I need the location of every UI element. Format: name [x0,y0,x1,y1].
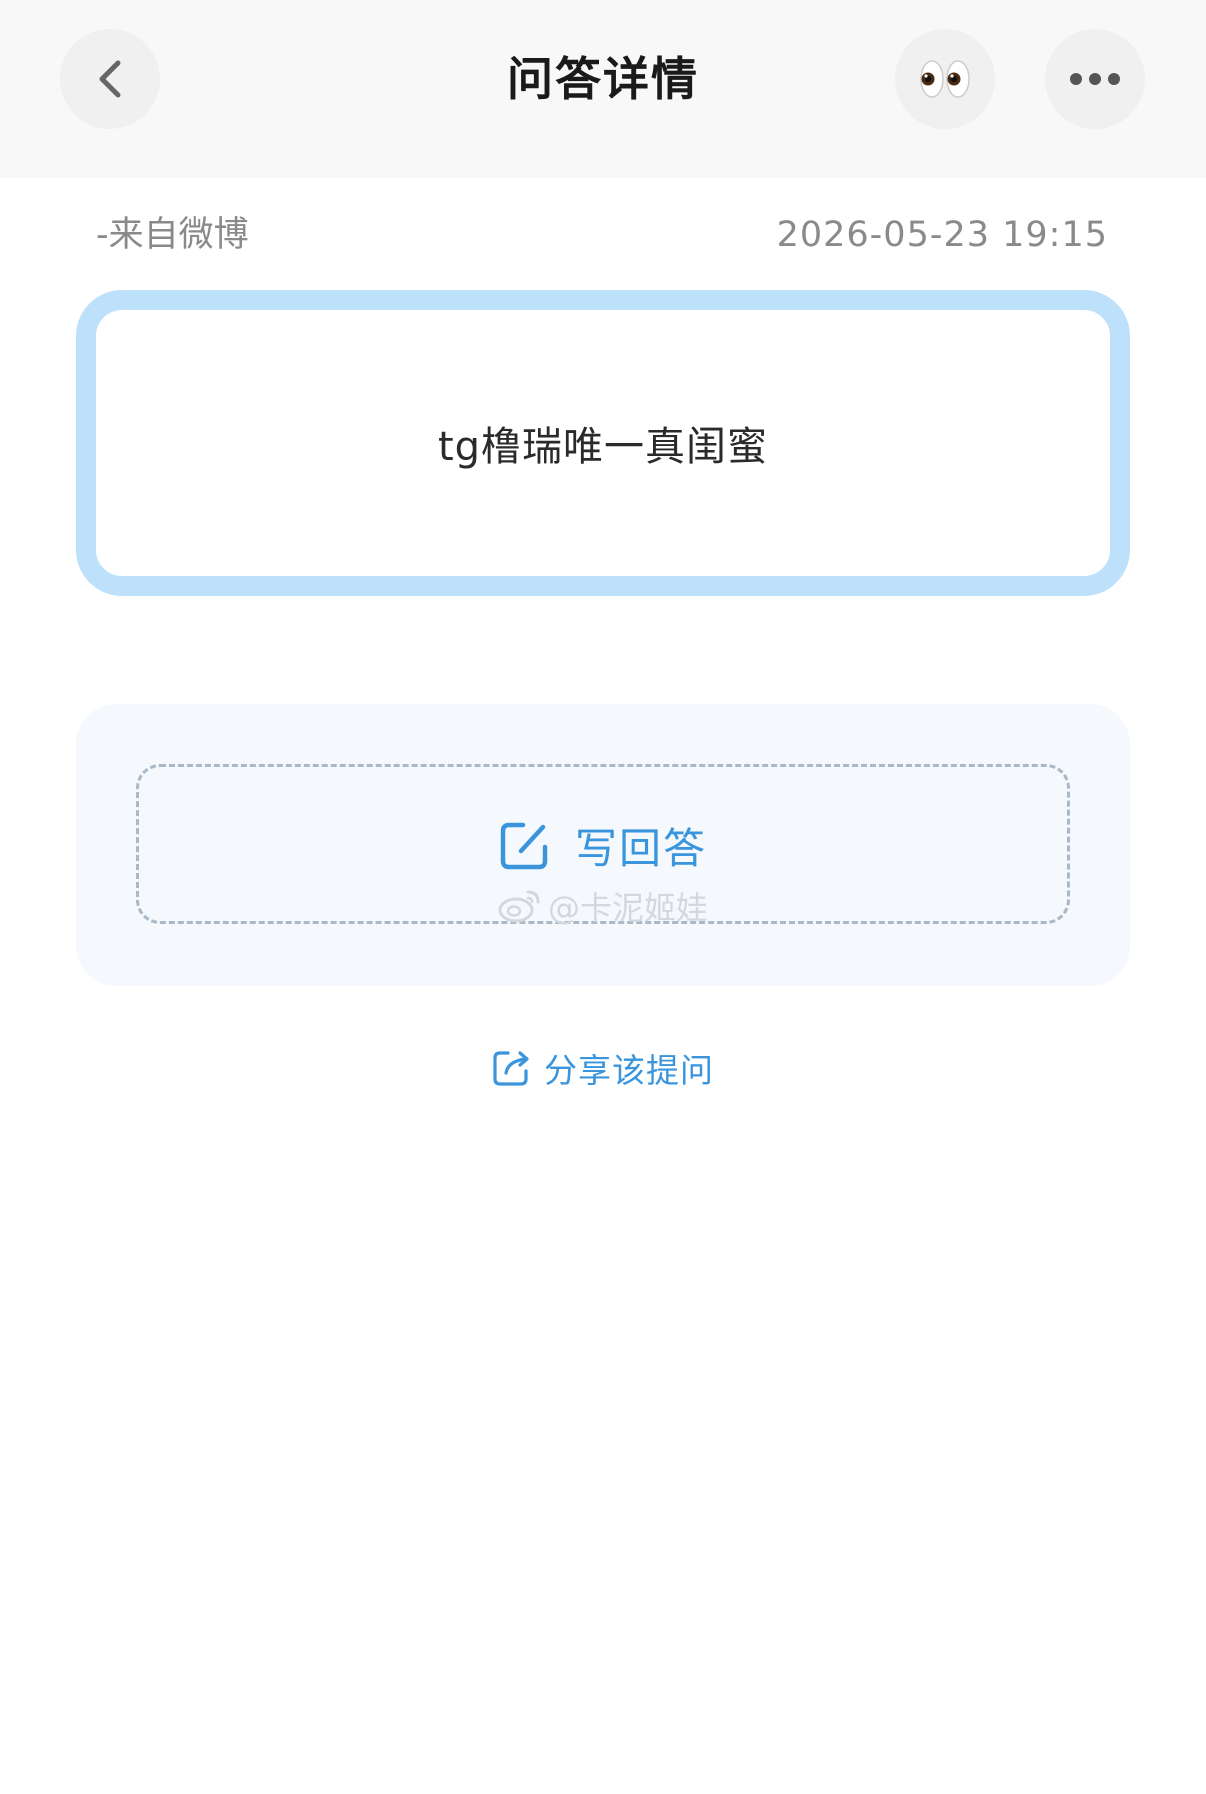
watermark: @卡泥姬娃 [139,883,1067,929]
share-icon [493,1051,529,1086]
answer-panel: 写回答 @卡泥姬娃 [76,704,1130,986]
question-detail-page: 问答详情 -来自微博 2026-05-23 19:15 tg橹瑞唯一真闺蜜 写回… [0,0,1206,1794]
edit-icon [500,822,548,869]
eyes-button[interactable] [895,29,995,129]
question-text: tg橹瑞唯一真闺蜜 [437,424,769,470]
source-label: -来自微博 [96,215,249,255]
more-horizontal-icon [1070,73,1120,85]
eyes-emoji-icon [920,60,970,98]
write-answer-button[interactable]: 写回答 @卡泥姬娃 [136,764,1070,927]
share-label: 分享该提问 [544,1051,714,1090]
page-title: 问答详情 [507,52,699,106]
write-answer-label: 写回答 [574,824,707,873]
nav-header: 问答详情 [0,0,1206,178]
share-question-button[interactable]: 分享该提问 [0,1044,1206,1092]
write-answer-row: 写回答 [139,815,1067,876]
question-card: tg橹瑞唯一真闺蜜 [76,290,1130,596]
weibo-logo-icon [498,890,540,923]
timestamp: 2026-05-23 19:15 [776,215,1108,255]
more-button[interactable] [1045,29,1145,129]
watermark-text: @卡泥姬娃 [547,889,708,927]
